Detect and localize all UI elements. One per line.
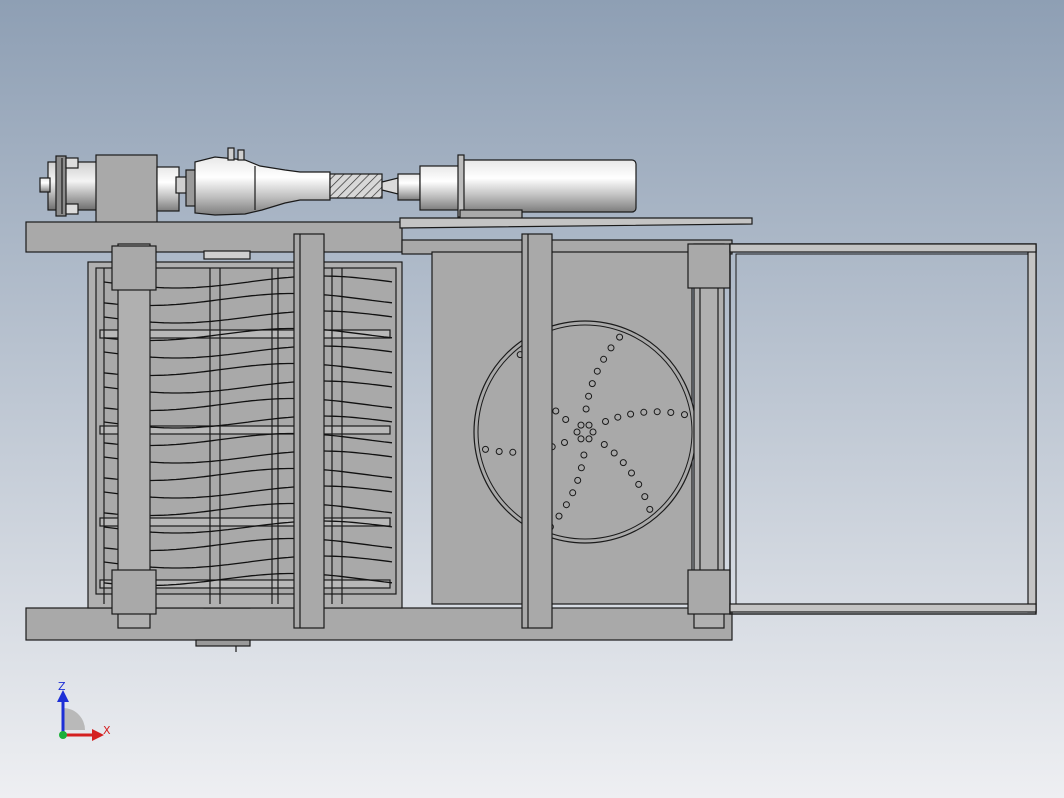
disc-hole: [573, 428, 581, 436]
disc-hole: [552, 407, 560, 415]
right-column[interactable]: [687, 243, 731, 629]
top-rail[interactable]: [25, 221, 403, 253]
disc-hole: [646, 505, 654, 513]
disc-hole: [589, 428, 597, 436]
disc-hole: [555, 512, 563, 520]
disc-hole: [495, 448, 503, 455]
x-axis-label: X: [103, 724, 111, 737]
disc-hole: [667, 409, 675, 416]
disc-hole: [607, 344, 615, 352]
disc-hole: [641, 493, 649, 501]
disc-hole: [509, 448, 517, 456]
left-chamber[interactable]: [87, 233, 403, 629]
disc-hole: [627, 410, 635, 418]
disc-hole: [653, 408, 661, 416]
disc-hole: [577, 421, 585, 429]
disc-hole: [482, 445, 489, 453]
cad-viewport[interactable]: Z X: [0, 0, 1064, 798]
disc-hole: [582, 405, 590, 413]
disc-hole: [577, 435, 585, 443]
disc-hole: [577, 464, 585, 472]
disc-hole: [562, 416, 570, 423]
disc-hole: [628, 469, 635, 477]
disc-hole: [600, 441, 608, 448]
disc-hole: [585, 421, 593, 429]
disc-hole: [616, 333, 624, 341]
disc-hole: [602, 418, 609, 425]
disc-hole: [585, 435, 593, 443]
disc-hole: [635, 480, 643, 488]
disc-hole: [610, 449, 618, 457]
disc-hole: [569, 489, 577, 497]
disc-hole: [681, 411, 688, 419]
disc-hole: [640, 408, 648, 416]
center-plate[interactable]: [431, 233, 697, 629]
disc-hole: [593, 367, 601, 375]
perforated-disc[interactable]: [473, 320, 697, 544]
disc-hole: [561, 439, 568, 446]
disc-hole: [574, 476, 582, 484]
disc-hole: [580, 451, 588, 459]
disc-hole: [562, 501, 570, 509]
disc-hole: [585, 392, 593, 400]
disc-hole: [614, 413, 622, 421]
z-axis-label: Z: [58, 680, 66, 693]
disc-hole: [588, 380, 596, 388]
disc-hole: [619, 459, 627, 467]
disc-hole: [600, 355, 608, 363]
model-view[interactable]: Z X: [0, 0, 1064, 798]
